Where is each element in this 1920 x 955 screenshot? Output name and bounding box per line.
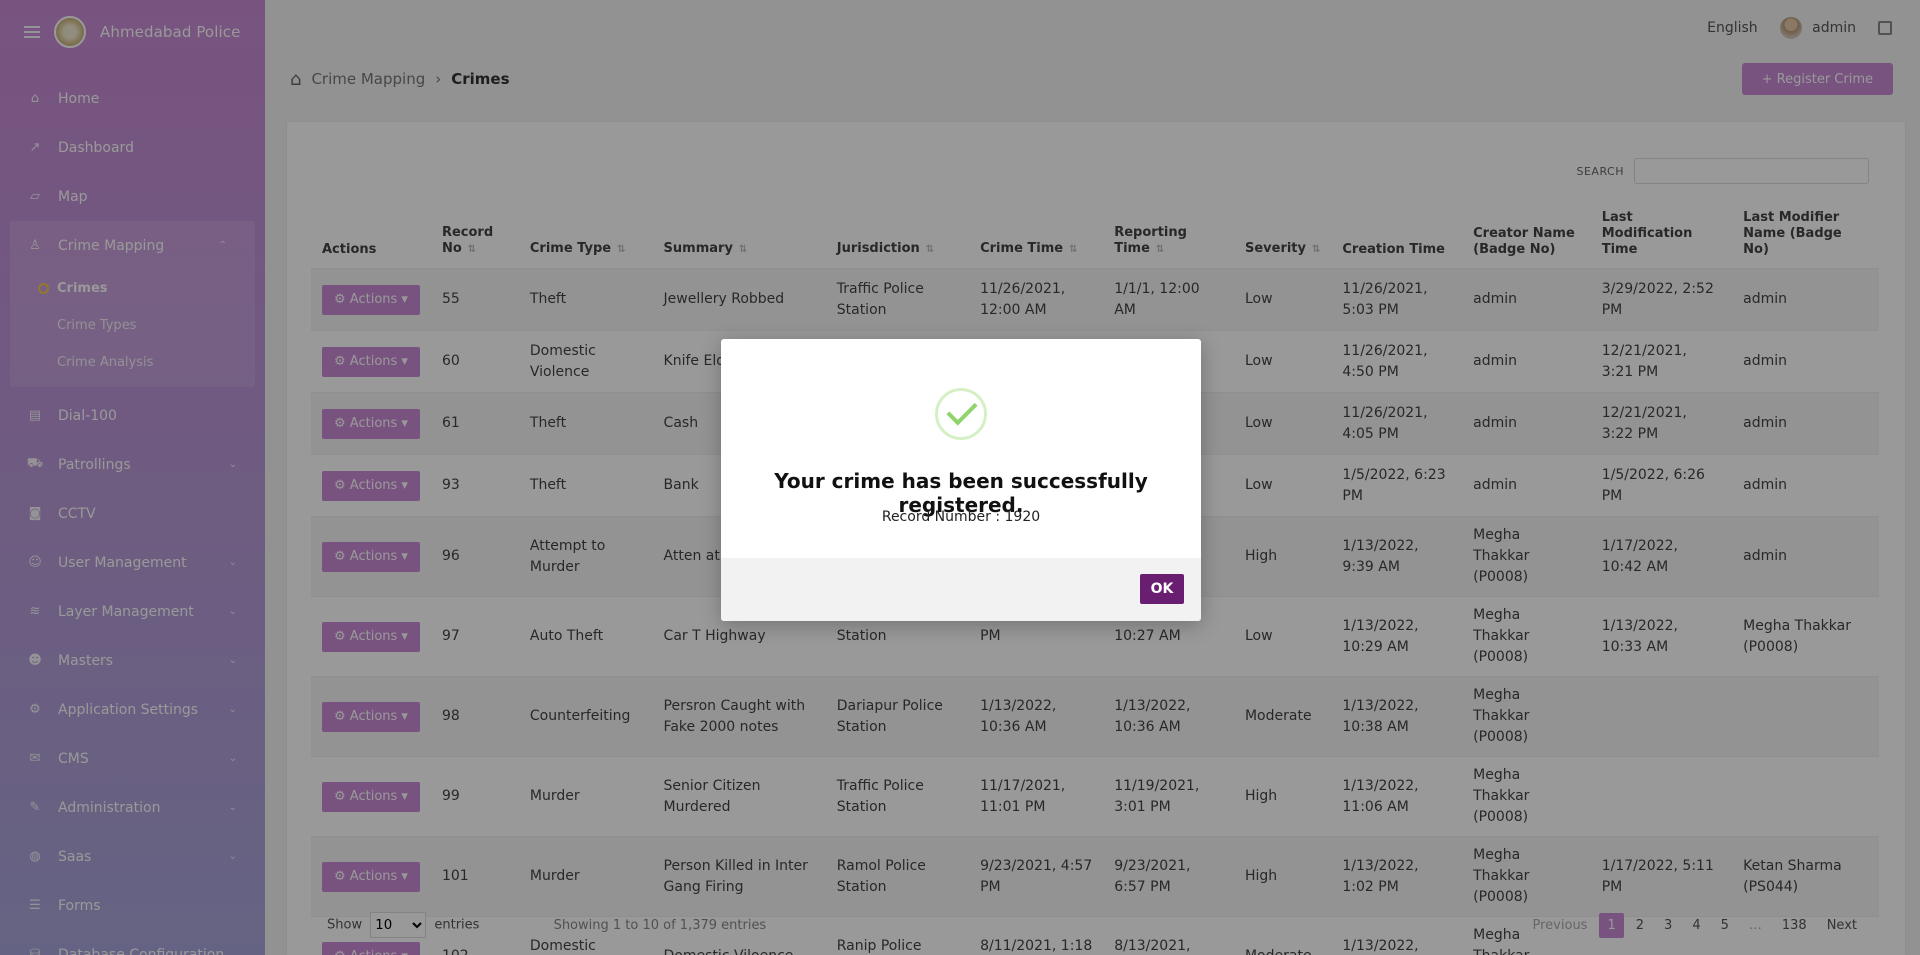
success-check-icon — [935, 388, 987, 440]
success-modal: Your crime has been successfully registe… — [721, 339, 1201, 621]
modal-footer: OK — [721, 558, 1201, 621]
ok-button[interactable]: OK — [1140, 574, 1184, 604]
modal-body: Record Number : 1920 — [881, 509, 1041, 525]
